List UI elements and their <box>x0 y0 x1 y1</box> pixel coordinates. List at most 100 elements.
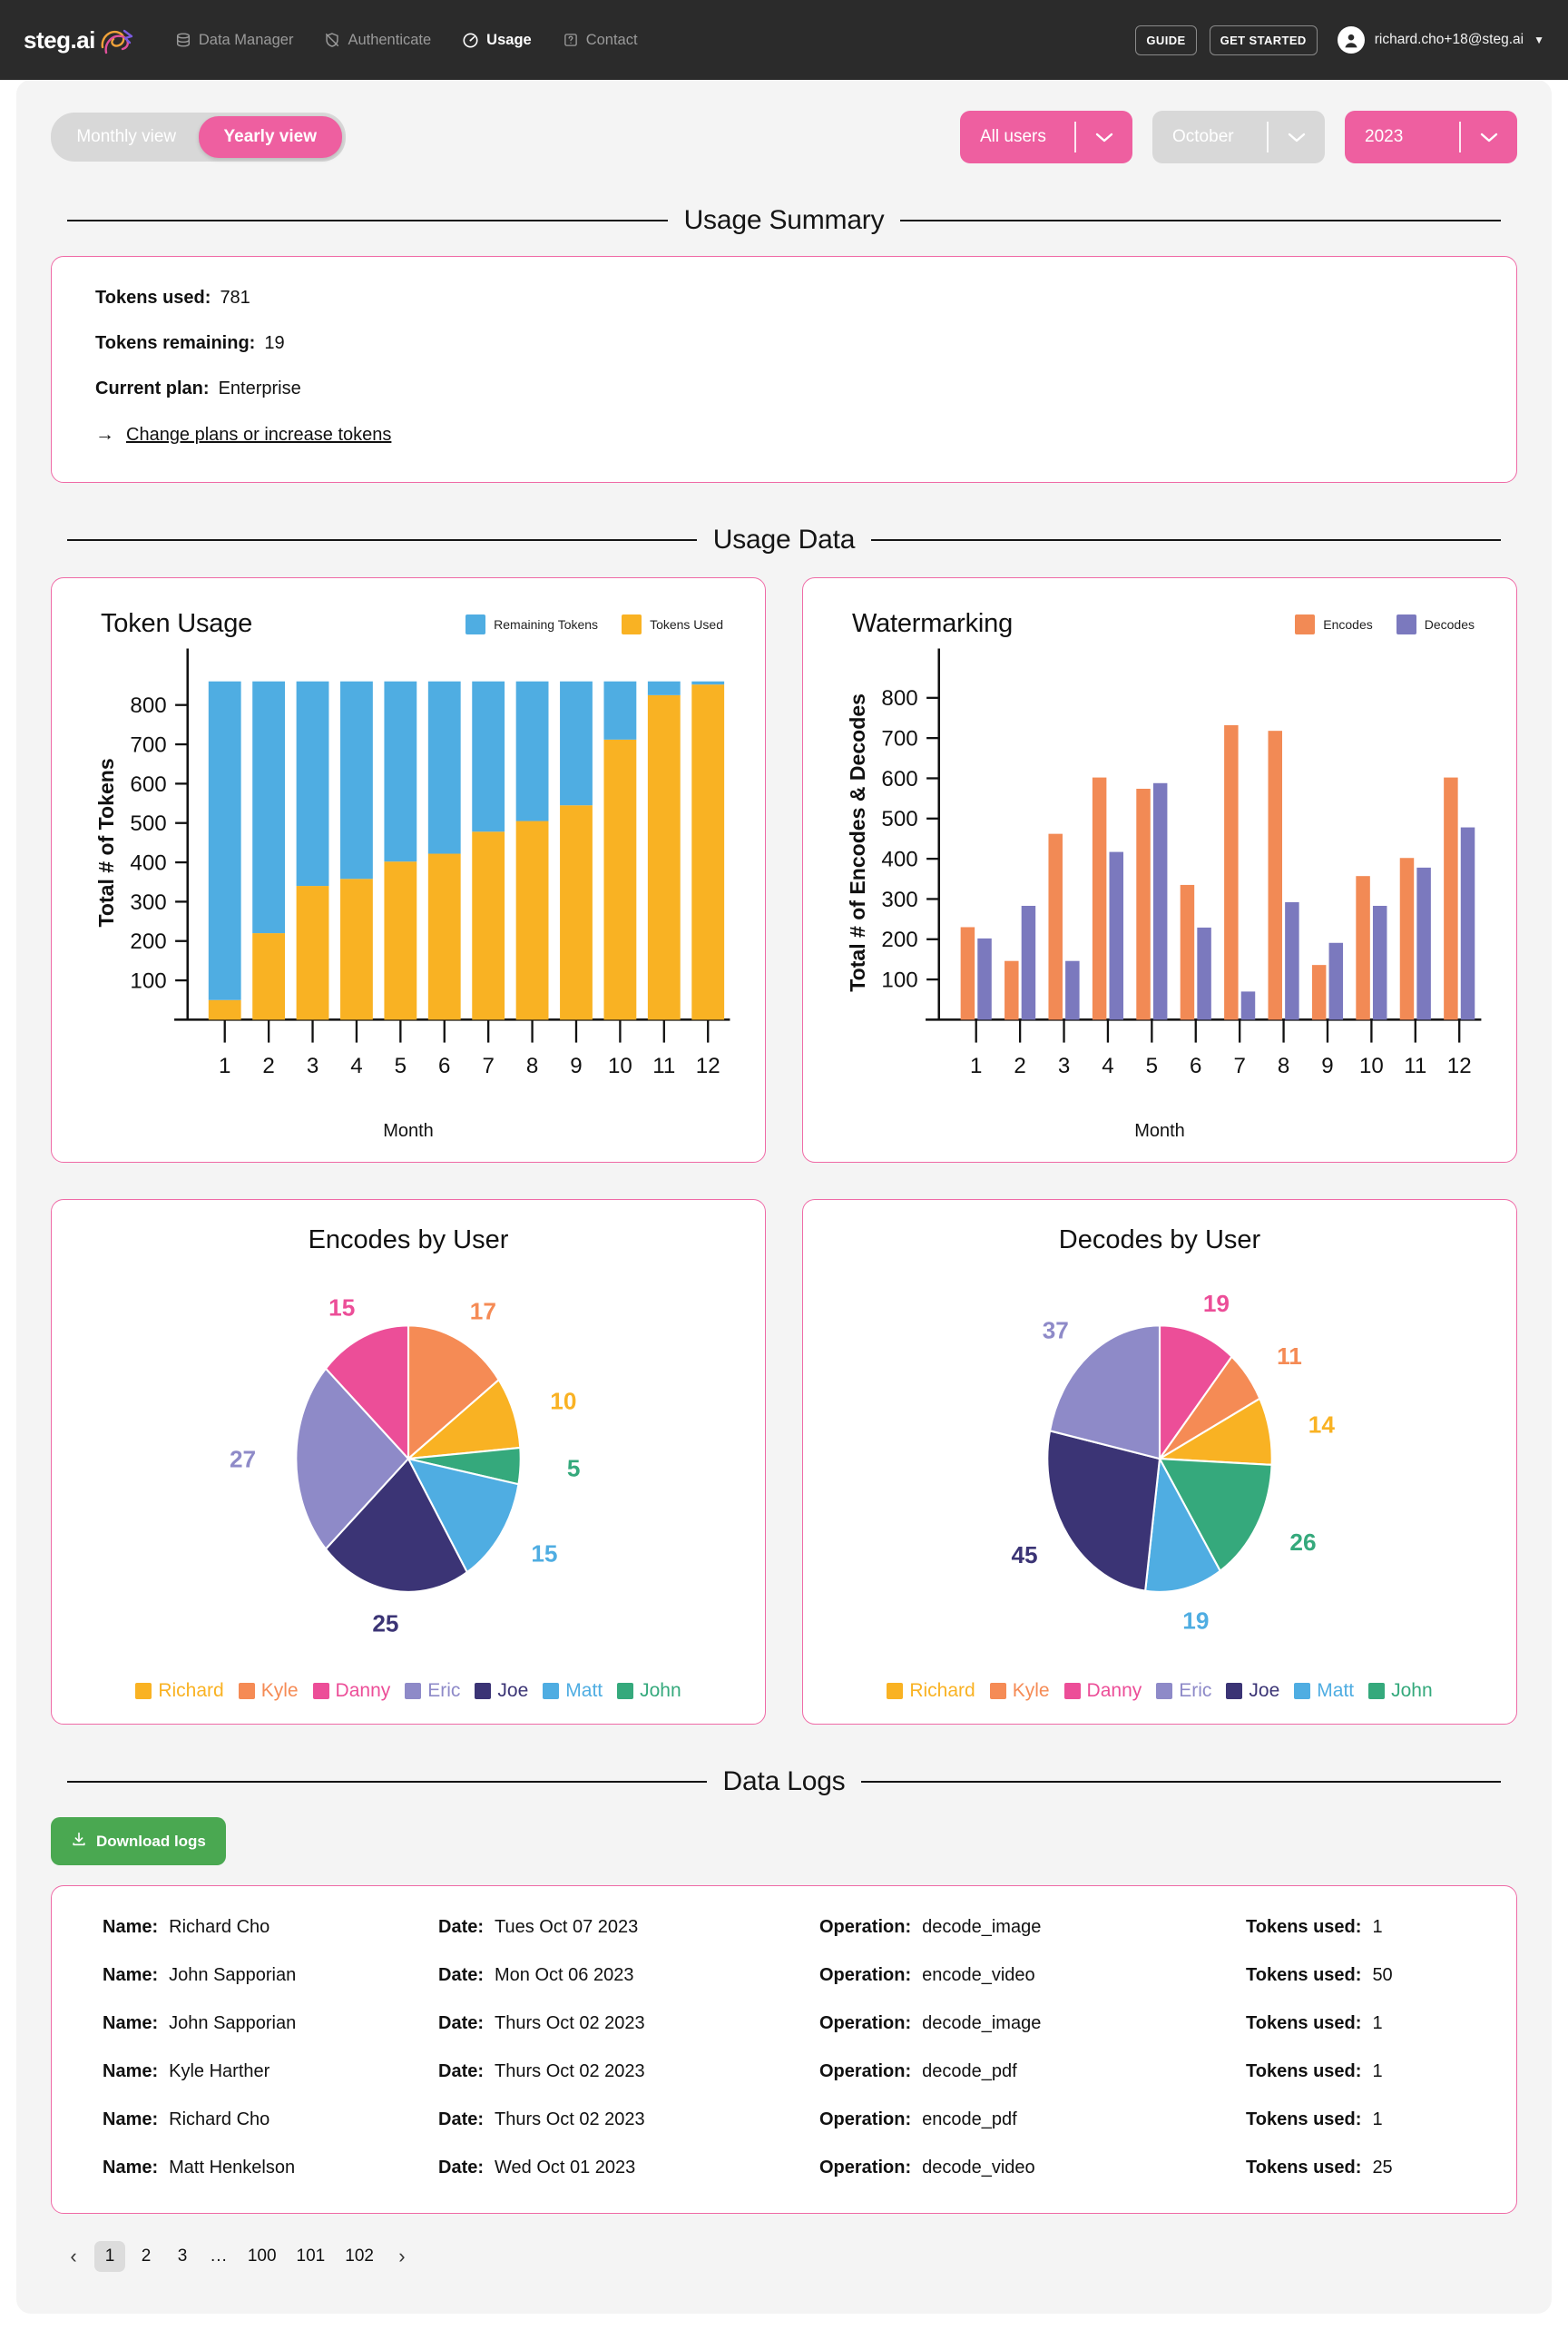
pie-legend-entry[interactable]: Eric <box>405 1680 460 1702</box>
log-tokens-used-value: 25 <box>1372 2158 1393 2178</box>
legend-label: Encodes <box>1323 616 1373 632</box>
bar-encodes <box>1399 858 1415 1020</box>
download-logs-button[interactable]: Download logs <box>51 1817 226 1866</box>
log-operation-value: encode_video <box>922 1965 1035 1986</box>
pie-legend-entry[interactable]: Richard <box>887 1680 975 1702</box>
pagination-next-button[interactable]: › <box>387 2241 417 2272</box>
bar-decodes <box>1416 867 1431 1020</box>
log-operation-cell: Operation: encode_pdf <box>819 2109 1246 2130</box>
nav-item-label: Contact <box>585 31 638 48</box>
nav-item-authenticate[interactable]: Authenticate <box>324 32 431 49</box>
divider-rule <box>900 220 1501 221</box>
pagination-page-2[interactable]: 2 <box>131 2241 162 2272</box>
svg-text:1: 1 <box>219 1054 230 1078</box>
svg-text:300: 300 <box>130 890 166 915</box>
pie-legend-entry[interactable]: Matt <box>1294 1680 1354 1702</box>
bar-encodes <box>1048 833 1063 1020</box>
svg-text:25: 25 <box>372 1610 398 1637</box>
divider-rule <box>871 539 1501 541</box>
svg-text:45: 45 <box>1011 1541 1037 1568</box>
y-axis-label: Total # of Tokens <box>94 758 118 927</box>
brand-logo[interactable]: steg.ai <box>24 24 137 56</box>
toggle-yearly-view[interactable]: Yearly view <box>198 116 342 158</box>
month-filter-select[interactable]: October <box>1152 111 1325 163</box>
pagination-prev-button[interactable]: ‹ <box>58 2241 89 2272</box>
bar-tokens-used <box>340 879 373 1020</box>
pie-legend-entry[interactable]: Matt <box>543 1680 603 1702</box>
nav-item-contact[interactable]: Contact <box>563 32 638 49</box>
pagination-page-101[interactable]: 101 <box>289 2241 333 2272</box>
log-tokens-used-key: Tokens used: <box>1246 2158 1362 2178</box>
log-operation-key: Operation: <box>819 2061 912 2082</box>
toggle-monthly-view[interactable]: Monthly view <box>54 116 199 158</box>
log-tokens-used-key: Tokens used: <box>1246 2061 1362 2082</box>
decodes-by-user-card: Decodes by User 19 11 14 26 19 45 37 Richard Ky… <box>802 1199 1517 1725</box>
svg-text:15: 15 <box>328 1294 355 1322</box>
user-filter-value: All users <box>980 127 1046 146</box>
change-plans-link-row[interactable]: → Change plans or increase tokens <box>95 424 1473 446</box>
page-content: Monthly view Yearly view All users Octob… <box>16 80 1552 2315</box>
bar-tokens-used <box>208 999 241 1020</box>
pie-legend-swatch <box>312 1683 329 1700</box>
pie-legend-entry[interactable]: Danny <box>1063 1680 1142 1702</box>
svg-text:9: 9 <box>570 1054 582 1078</box>
pie-legend-entry[interactable]: John <box>1368 1680 1433 1702</box>
log-name-key: Name: <box>103 2158 159 2178</box>
pie-legend-entry[interactable]: John <box>617 1680 681 1702</box>
legend-entry: Encodes <box>1295 614 1373 634</box>
bar-encodes <box>1180 884 1195 1020</box>
tokens-remaining-label: Tokens remaining: <box>95 333 256 353</box>
pie-legend-entry[interactable]: Joe <box>475 1680 528 1702</box>
pagination-page-102[interactable]: 102 <box>338 2241 381 2272</box>
nav-item-data-manager[interactable]: Data Manager <box>175 32 293 49</box>
pie-legend-entry[interactable]: Richard <box>135 1680 224 1702</box>
pie-legend-entry[interactable]: Joe <box>1226 1680 1279 1702</box>
pie-legend-label: Eric <box>1179 1680 1212 1702</box>
user-filter-select[interactable]: All users <box>960 111 1132 163</box>
svg-text:700: 700 <box>130 732 166 757</box>
svg-text:1: 1 <box>970 1054 982 1078</box>
log-operation-key: Operation: <box>819 1917 912 1938</box>
svg-text:12: 12 <box>1447 1054 1472 1078</box>
svg-text:4: 4 <box>350 1054 362 1078</box>
pie-legend-label: Kyle <box>260 1680 299 1702</box>
change-plans-link[interactable]: Change plans or increase tokens <box>126 425 391 446</box>
tokens-used-label: Tokens used: <box>95 288 211 308</box>
guide-button[interactable]: GUIDE <box>1135 25 1197 55</box>
svg-text:8: 8 <box>1278 1054 1289 1078</box>
nav-item-usage[interactable]: Usage <box>462 32 532 49</box>
log-operation-cell: Operation: decode_image <box>819 1917 1246 1938</box>
pie-legend-swatch <box>1226 1683 1243 1700</box>
year-filter-select[interactable]: 2023 <box>1345 111 1517 163</box>
pagination-page-100[interactable]: 100 <box>240 2241 284 2272</box>
user-menu[interactable]: richard.cho+18@steg.ai ▼ <box>1337 26 1544 54</box>
log-tokens-used-cell: Tokens used: 1 <box>1246 2013 1465 2034</box>
log-row: Name: John Sapporian Date: Thurs Oct 02 202… <box>103 2013 1465 2034</box>
controls-row: Monthly view Yearly view All users Octob… <box>51 111 1517 163</box>
pie-legend-entry[interactable]: Kyle <box>989 1680 1050 1702</box>
pie-legend-entry[interactable]: Kyle <box>238 1680 299 1702</box>
bar-decodes <box>1285 901 1299 1020</box>
watermarking-plot: 100 200 300 400 500 600 700 800 Total # of Encod… <box>827 639 1493 1119</box>
section-title: Data Logs <box>722 1766 846 1797</box>
pie-legend-entry[interactable]: Eric <box>1156 1680 1211 1702</box>
log-name-value: Matt Henkelson <box>169 2158 296 2178</box>
bar-encodes <box>1444 777 1458 1020</box>
get-started-button[interactable]: GET STARTED <box>1209 25 1318 55</box>
log-name-cell: Name: John Sapporian <box>103 2013 438 2034</box>
log-operation-value: decode_video <box>922 2158 1035 2178</box>
svg-text:26: 26 <box>1289 1529 1316 1556</box>
pie-legend-entry[interactable]: Danny <box>312 1680 390 1702</box>
log-row: Name: Richard Cho Date: Thurs Oct 02 2023 Op… <box>103 2109 1465 2130</box>
pagination-page-3[interactable]: 3 <box>167 2241 198 2272</box>
nav-right-actions: GUIDE GET STARTED richard.cho+18@steg.ai… <box>1135 25 1544 55</box>
svg-text:10: 10 <box>1359 1054 1384 1078</box>
data-logs-body: Name: Richard Cho Date: Tues Oct 07 2023 Ope… <box>103 1917 1465 2178</box>
pie-legend-swatch <box>1156 1683 1173 1700</box>
svg-text:5: 5 <box>567 1455 581 1482</box>
log-operation-key: Operation: <box>819 2109 912 2130</box>
bar-decodes <box>977 938 992 1020</box>
divider-rule <box>67 1781 707 1783</box>
pagination-page-1[interactable]: 1 <box>94 2241 125 2273</box>
svg-text:200: 200 <box>881 928 917 952</box>
